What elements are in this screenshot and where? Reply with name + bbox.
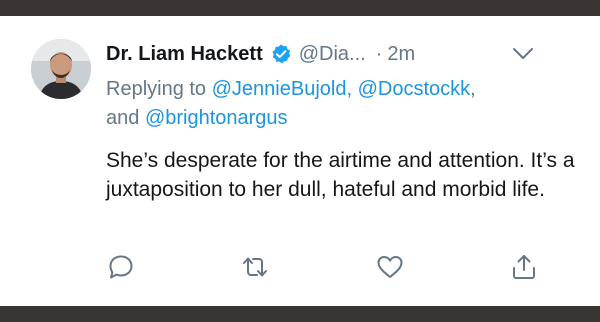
avatar-image [31,39,91,99]
mention-link[interactable]: @brightonargus [145,107,288,129]
display-name[interactable]: Dr. Liam Hackett [106,43,263,66]
tweet-card[interactable]: Dr. Liam Hackett @Dia... · 2m Replying t… [0,16,600,306]
replying-to-line: Replying to @JennieBujold, @Docstockk, a… [106,75,506,133]
tweet-text: She’s desperate for the airtime and atte… [106,149,575,201]
mention-link[interactable]: @Docstockk [358,78,471,100]
verified-badge-icon [270,43,292,65]
tweet-actions [0,252,600,282]
share-icon[interactable] [509,252,539,282]
heart-icon[interactable] [375,252,405,282]
user-handle[interactable]: @Dia... [299,43,366,66]
reply-icon[interactable] [106,252,136,282]
retweet-icon[interactable] [240,252,270,282]
tweet-header: Dr. Liam Hackett @Dia... · 2m [106,40,415,68]
timestamp[interactable]: 2m [387,43,415,66]
replying-prefix: Replying to [106,78,207,100]
separator-dot: · [375,42,383,65]
mention-link[interactable]: @JennieBujold [212,78,347,100]
mention-separator: , [346,78,353,100]
chevron-down-icon[interactable] [511,46,535,62]
avatar[interactable] [31,39,91,99]
